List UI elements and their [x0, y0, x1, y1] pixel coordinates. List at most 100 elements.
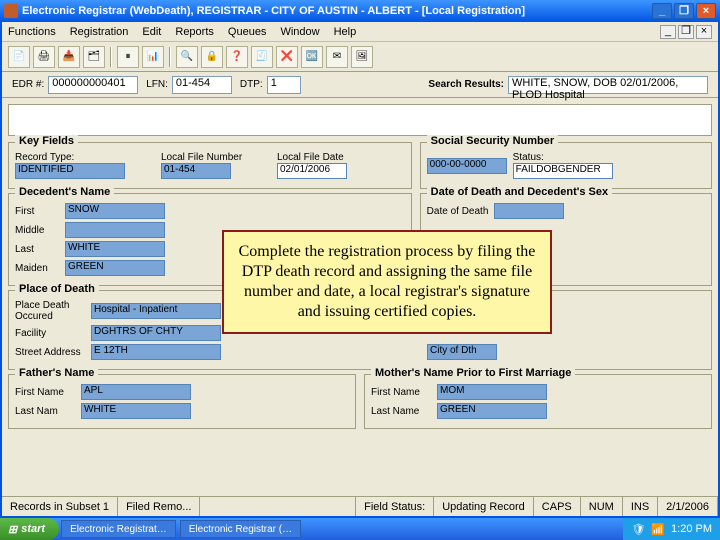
dod-label: Date of Death	[427, 206, 489, 217]
menu-bar: Functions Registration Edit Reports Queu…	[2, 22, 718, 42]
menu-window[interactable]: Window	[280, 26, 319, 38]
middle-name-label: Middle	[15, 225, 59, 236]
street-address-label: Street Address	[15, 347, 85, 358]
status-date: 2/1/2006	[658, 497, 718, 516]
dod-sex-legend: Date of Death and Decedent's Sex	[427, 186, 612, 198]
place-death-occurred-label: Place Death Occured	[15, 300, 85, 322]
menu-registration[interactable]: Registration	[70, 26, 129, 38]
record-type-field[interactable]: IDENTIFIED	[15, 163, 125, 179]
toolbar-form-icon[interactable]: 🧾	[251, 46, 273, 68]
mother-last-field[interactable]: GREEN	[437, 403, 547, 419]
first-name-field[interactable]: SNOW	[65, 203, 165, 219]
lfn-field[interactable]: 01-454	[172, 76, 232, 94]
toolbar-new-icon[interactable]: 📄	[8, 46, 30, 68]
father-last-label: Last Nam	[15, 406, 75, 417]
edrs-label: EDR #:	[12, 79, 44, 90]
father-last-field[interactable]: WHITE	[81, 403, 191, 419]
menu-queues[interactable]: Queues	[228, 26, 267, 38]
app-icon	[4, 4, 18, 18]
edrs-field[interactable]: 000000000401	[48, 76, 138, 94]
toolbar-search-icon[interactable]: 🔍	[176, 46, 198, 68]
toolbar-chart-icon[interactable]: 📊	[142, 46, 164, 68]
ssn-status-field: FAILDOBGENDER	[513, 163, 613, 179]
status-records: Records in Subset 1	[2, 497, 118, 516]
maiden-name-field[interactable]: GREEN	[65, 260, 165, 276]
toolbar-photo-icon[interactable]: 🖼	[351, 46, 373, 68]
toolbar-sep	[169, 47, 171, 67]
ssn-legend: Social Security Number	[427, 135, 559, 147]
street-address-field[interactable]: E 12TH	[91, 344, 221, 360]
lfn-label: LFN:	[146, 79, 168, 90]
minimize-button[interactable]: _	[652, 3, 672, 19]
blank-panel	[8, 104, 712, 136]
status-filed: Filed Remo...	[118, 497, 200, 516]
mother-last-label: Last Name	[371, 406, 431, 417]
menu-functions[interactable]: Functions	[8, 26, 56, 38]
maximize-button[interactable]: ❐	[674, 3, 694, 19]
facility-label: Facility	[15, 328, 85, 339]
search-bar: EDR #: 000000000401 LFN: 01-454 DTP: 1 Sear…	[2, 72, 718, 98]
dtp-field[interactable]: 1	[267, 76, 301, 94]
mother-first-label: First Name	[371, 387, 431, 398]
mdi-minimize-button[interactable]: _	[660, 25, 676, 39]
local-file-number-field[interactable]: 01-454	[161, 163, 231, 179]
tray-network-icon: 📶	[651, 523, 665, 536]
status-ins: INS	[623, 497, 658, 516]
mother-first-field[interactable]: MOM	[437, 384, 547, 400]
local-file-number-label: Local File Number	[161, 152, 271, 163]
close-button[interactable]: ×	[696, 3, 716, 19]
record-type-label: Record Type:	[15, 152, 155, 163]
clock: 1:20 PM	[671, 523, 712, 535]
first-name-label: First	[15, 206, 59, 217]
mothers-name-legend: Mother's Name Prior to First Marriage	[371, 367, 575, 379]
status-bar: Records in Subset 1 Filed Remo... Field …	[2, 496, 718, 516]
father-first-label: First Name	[15, 387, 75, 398]
city-of-death-field[interactable]: City of Dth	[427, 344, 497, 360]
dod-field[interactable]	[494, 203, 564, 219]
fathers-name-legend: Father's Name	[15, 367, 98, 379]
ssn-status-label: Status:	[513, 152, 613, 163]
decedent-name-legend: Decedent's Name	[15, 186, 114, 198]
menu-reports[interactable]: Reports	[175, 26, 214, 38]
mdi-close-button[interactable]: ×	[696, 25, 712, 39]
ssn-field[interactable]: 000-00-0000	[427, 158, 507, 174]
dtp-label: DTP:	[240, 79, 263, 90]
toolbar-open-icon[interactable]: 🗂	[83, 46, 105, 68]
toolbar-ok-icon[interactable]: 🆗	[301, 46, 323, 68]
facility-field[interactable]: DGHTRS OF CHTY	[91, 325, 221, 341]
local-file-date-label: Local File Date	[277, 152, 347, 163]
father-first-field[interactable]: APL	[81, 384, 191, 400]
status-field-status: Field Status:	[356, 497, 434, 516]
windows-logo-icon: ⊞	[8, 523, 17, 536]
local-file-date-field[interactable]: 02/01/2006	[277, 163, 347, 179]
last-name-label: Last	[15, 244, 59, 255]
toolbar-save-icon[interactable]: 📥	[58, 46, 80, 68]
search-results-dropdown[interactable]: WHITE, SNOW, DOB 02/01/2006, PLOD Hospit…	[508, 76, 708, 94]
toolbar-print-icon[interactable]: 🖨	[33, 46, 55, 68]
key-fields-legend: Key Fields	[15, 135, 78, 147]
toolbar-cancel-icon[interactable]: ❌	[276, 46, 298, 68]
taskbar-item-2[interactable]: Electronic Registrar (…	[180, 520, 301, 538]
status-num: NUM	[581, 497, 623, 516]
menu-help[interactable]: Help	[334, 26, 357, 38]
last-name-field[interactable]: WHITE	[65, 241, 165, 257]
search-results-label: Search Results:	[428, 79, 504, 90]
system-tray[interactable]: 🛡 📶 1:20 PM	[623, 518, 720, 540]
middle-name-field[interactable]	[65, 222, 165, 238]
toolbar-help-icon[interactable]: ❓	[226, 46, 248, 68]
title-bar: Electronic Registrar (WebDeath), REGISTR…	[0, 0, 720, 22]
menu-edit[interactable]: Edit	[142, 26, 161, 38]
toolbar-lock-icon[interactable]: 🔒	[201, 46, 223, 68]
place-death-occurred-field[interactable]: Hospital - Inpatient	[91, 303, 221, 319]
toolbar-sep	[110, 47, 112, 67]
instruction-overlay: Complete the registration process by fil…	[222, 230, 552, 334]
start-button[interactable]: ⊞start	[0, 518, 59, 540]
toolbar-pause-icon[interactable]: ⏸	[117, 46, 139, 68]
taskbar: ⊞start Electronic Registrat… Electronic …	[0, 518, 720, 540]
status-caps: CAPS	[534, 497, 581, 516]
mdi-maximize-button[interactable]: ❐	[678, 25, 694, 39]
taskbar-item-1[interactable]: Electronic Registrat…	[61, 520, 176, 538]
window-title: Electronic Registrar (WebDeath), REGISTR…	[22, 5, 652, 17]
status-updating: Updating Record	[434, 497, 534, 516]
toolbar-mail-icon[interactable]: ✉	[326, 46, 348, 68]
